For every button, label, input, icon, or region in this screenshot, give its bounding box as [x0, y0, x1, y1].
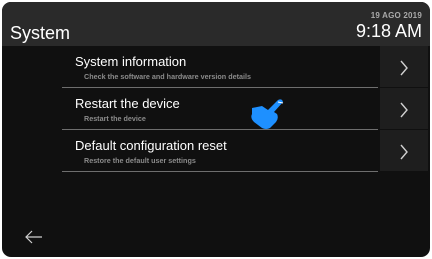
chevron-right-icon	[400, 144, 408, 160]
menu-item-description: Restore the default user settings	[84, 156, 196, 165]
menu-item-default-configuration-reset[interactable]: Default configuration reset Restore the …	[62, 130, 378, 172]
menu-item-restart-device[interactable]: Restart the device Restart the device	[62, 88, 378, 130]
menu-item-description: Check the software and hardware version …	[84, 72, 251, 81]
device-screen: System 19 AGO 2019 9:18 AM System inform…	[2, 2, 430, 257]
page-title: System	[10, 23, 71, 43]
time-label: 9:18 AM	[355, 21, 422, 41]
menu-item-label: Default configuration reset	[75, 138, 227, 153]
open-restart-device-button[interactable]	[380, 88, 428, 130]
open-default-configuration-reset-button[interactable]	[380, 130, 428, 172]
header-bar: System 19 AGO 2019 9:18 AM	[2, 2, 430, 46]
chevron-right-icon	[400, 102, 408, 118]
menu-item-description: Restart the device	[84, 114, 146, 123]
chevron-column	[380, 46, 428, 172]
back-button[interactable]	[24, 230, 44, 249]
menu-item-label: Restart the device	[75, 96, 180, 111]
settings-menu: System information Check the software an…	[62, 46, 378, 172]
back-arrow-icon	[25, 230, 42, 244]
menu-item-system-information[interactable]: System information Check the software an…	[62, 46, 378, 88]
open-system-information-button[interactable]	[380, 46, 428, 88]
date-label: 19 AGO 2019	[370, 11, 422, 20]
hand-pointer-icon	[248, 98, 288, 135]
chevron-right-icon	[400, 60, 408, 76]
menu-item-label: System information	[75, 54, 187, 69]
